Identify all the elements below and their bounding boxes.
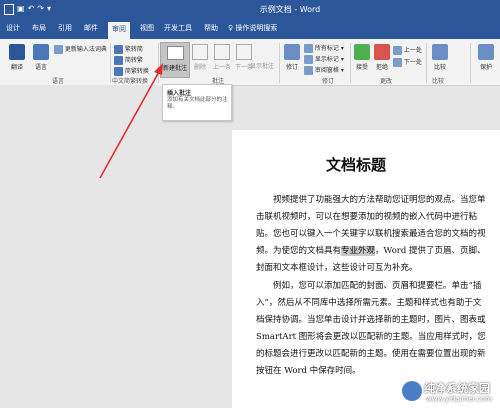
watermark-text: 纯净系统家园 <box>424 382 490 395</box>
paragraph-2[interactable]: 例如，您可以添加匹配的封面、页眉和提要栏。单击“插入”，然后从不同库中选择所需元… <box>256 278 486 380</box>
tooltip: 插入批注 添加有关文档此部分的注释。 <box>162 84 232 121</box>
paragraph-1[interactable]: 视频提供了功能强大的方法帮助您证明您的观点。当您单击联机视频时，可以在想要添加的… <box>256 192 486 277</box>
arrow-line <box>99 69 161 179</box>
watermark-url: www.yidaimei.com <box>426 395 492 403</box>
arrow-head <box>154 63 163 75</box>
selected-text[interactable]: 专业外观 <box>341 246 376 256</box>
tooltip-desc: 添加有关文档此部分的注释。 <box>167 97 228 110</box>
watermark: 纯净系统家园 www.yidaimei.com <box>398 378 498 406</box>
document-title[interactable]: 文档标题 <box>326 154 386 175</box>
watermark-logo <box>402 381 422 401</box>
tooltip-title: 插入批注 <box>167 90 192 97</box>
document-page[interactable]: 文档标题 视频提供了功能强大的方法帮助您证明您的观点。当您单击联机视频时，可以在… <box>232 130 500 408</box>
